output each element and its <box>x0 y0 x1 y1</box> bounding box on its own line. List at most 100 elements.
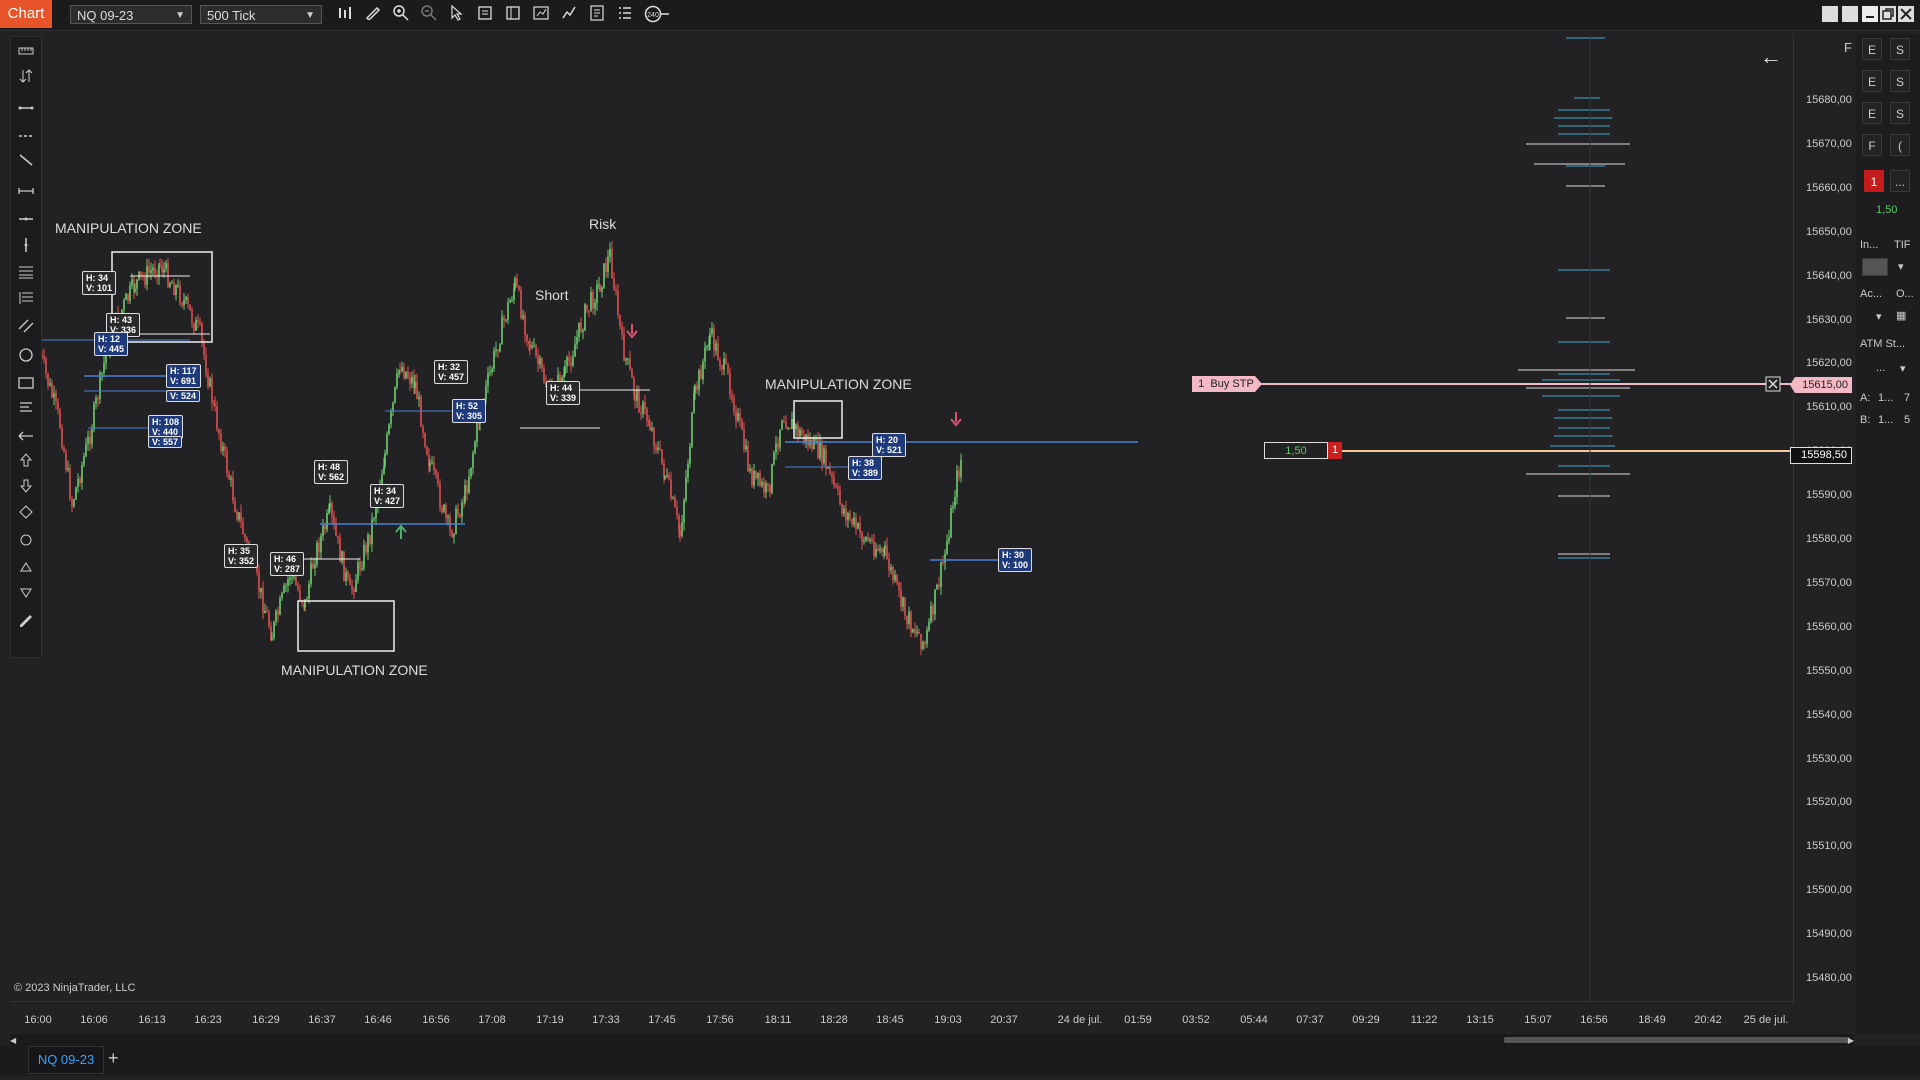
triangle-up-icon[interactable] <box>16 559 36 577</box>
arrow-up-icon[interactable] <box>16 453 36 471</box>
position-avg-tag[interactable]: 1,50 <box>1264 442 1328 459</box>
list-icon[interactable] <box>614 5 636 25</box>
add-tab-button[interactable]: + <box>108 1048 119 1069</box>
rectangle-icon[interactable] <box>16 375 36 393</box>
hv-label[interactable]: H: 46 V: 287 <box>270 552 305 576</box>
short-label[interactable]: Short <box>535 287 568 303</box>
chart-menu-button[interactable]: Chart <box>0 0 52 28</box>
diamond-icon[interactable] <box>16 505 36 523</box>
ellipse-icon[interactable] <box>16 347 36 365</box>
line-icon[interactable] <box>16 97 36 115</box>
horizontal-scrollbar[interactable]: ◀ ▶ <box>10 1034 1854 1046</box>
minimize-button[interactable] <box>1862 6 1878 22</box>
manipulation-zone-label[interactable]: MANIPULATION ZONE <box>281 662 428 678</box>
hv-label[interactable]: H: 20 V: 521 <box>872 433 907 457</box>
hv-label[interactable]: H: 48 V: 562 <box>314 460 349 484</box>
tab-instrument[interactable]: NQ 09-23 <box>28 1046 104 1074</box>
trader-button[interactable]: E <box>1862 102 1882 124</box>
timer-icon[interactable]: 240 <box>640 5 672 25</box>
close-button[interactable] <box>1898 6 1914 22</box>
instrument-select[interactable] <box>1862 258 1888 276</box>
hv-label[interactable]: H: 38 V: 389 <box>848 456 883 480</box>
long-arrow-icon[interactable] <box>395 524 407 539</box>
manipulation-zone-label[interactable]: MANIPULATION ZONE <box>765 376 912 392</box>
tile-button[interactable] <box>1842 6 1858 22</box>
scrollbar-thumb[interactable] <box>1504 1037 1850 1043</box>
extended-line-icon[interactable] <box>16 181 36 199</box>
ruler-icon[interactable] <box>16 43 36 61</box>
hv-label[interactable]: H: 52 V: 305 <box>452 399 487 423</box>
chevron-down-icon[interactable]: ▾ <box>1898 260 1904 273</box>
trader-button[interactable]: F <box>1862 134 1882 156</box>
channel-icon[interactable] <box>16 319 36 337</box>
chevron-down-icon[interactable]: ▾ <box>1876 310 1882 323</box>
templates-icon[interactable] <box>586 5 608 25</box>
trader-button[interactable]: S <box>1890 38 1910 60</box>
trader-button[interactable]: S <box>1890 70 1910 92</box>
hv-label[interactable]: H: 34 V: 101 <box>82 271 117 295</box>
restore-button[interactable] <box>1880 6 1896 22</box>
dot-icon[interactable] <box>16 533 36 551</box>
risk-reward-icon[interactable] <box>16 69 36 87</box>
time-tick-label: 18:45 <box>876 1014 904 1026</box>
pencil-icon[interactable] <box>16 613 36 631</box>
hv-label[interactable]: H: 35 V: 352 <box>224 544 259 568</box>
scroll-right-icon[interactable]: ▶ <box>1848 1036 1854 1045</box>
back-arrow-icon[interactable]: ← <box>1760 44 1782 70</box>
triangle-down-icon[interactable] <box>16 585 36 603</box>
flatten-label[interactable]: F <box>1844 40 1852 55</box>
hv-label[interactable]: H: 44 V: 339 <box>546 381 581 405</box>
trader-button[interactable]: E <box>1862 38 1882 60</box>
fibonacci-icon[interactable] <box>16 265 36 283</box>
buy-stop-order-tag[interactable]: 1 Buy STP <box>1192 376 1262 392</box>
arrow-line-icon[interactable] <box>16 427 36 445</box>
atm-strategy-value[interactable]: ... <box>1876 362 1885 374</box>
risk-label[interactable]: Risk <box>589 216 616 232</box>
cancel-order-icon[interactable] <box>1765 376 1781 392</box>
indicators-icon[interactable] <box>530 5 552 25</box>
more-options-button[interactable]: ... <box>1890 170 1910 192</box>
time-tick-label: 20:42 <box>1694 1014 1722 1026</box>
zoom-out-icon[interactable] <box>418 5 440 25</box>
zone-box-bottom[interactable] <box>297 600 395 652</box>
scroll-left-icon[interactable]: ◀ <box>10 1036 16 1045</box>
trader-button[interactable]: ( <box>1890 134 1910 156</box>
drawing-tool-icon[interactable] <box>362 5 384 25</box>
bid-value: 1... <box>1878 414 1894 426</box>
text-icon[interactable] <box>16 401 36 419</box>
pointer-icon[interactable] <box>446 4 468 25</box>
minimize-panel-button[interactable] <box>1822 6 1838 22</box>
manipulation-zone-label[interactable]: MANIPULATION ZONE <box>55 220 202 236</box>
horizontal-line-icon[interactable] <box>16 209 36 227</box>
short-arrow-icon[interactable] <box>950 412 962 427</box>
data-box-icon[interactable] <box>474 5 496 25</box>
last-price-tag[interactable]: 15598,50 <box>1790 447 1852 464</box>
price-chart[interactable] <box>10 34 1794 1002</box>
short-arrow-icon[interactable] <box>626 324 638 339</box>
ray-icon[interactable] <box>16 125 36 143</box>
quantity-badge[interactable]: 1 <box>1864 170 1884 192</box>
time-tick-label: 20:37 <box>990 1014 1018 1026</box>
zoom-in-icon[interactable] <box>390 5 412 25</box>
price-axis[interactable]: 15680,00 15670,00 15660,00 15650,00 15640,00… <box>1796 34 1854 1002</box>
fib-extensions-icon[interactable] <box>16 291 36 309</box>
arrow-down-icon[interactable] <box>16 479 36 497</box>
calculator-icon[interactable]: ▦ <box>1896 309 1906 322</box>
trader-button[interactable]: E <box>1862 70 1882 92</box>
hv-label[interactable]: H: 30 V: 100 <box>998 548 1033 572</box>
hv-label[interactable]: H: 32 V: 457 <box>434 360 469 384</box>
trader-button[interactable]: S <box>1890 102 1910 124</box>
interval-selector[interactable]: 500 Tick ▼ <box>200 5 322 24</box>
position-qty-tag[interactable]: 1 <box>1328 442 1342 459</box>
hv-label[interactable]: H: 117 V: 691 <box>166 364 201 388</box>
strategies-icon[interactable] <box>558 5 580 25</box>
trend-line-icon[interactable] <box>16 153 36 171</box>
properties-icon[interactable] <box>502 5 524 25</box>
bar-type-icon[interactable] <box>334 5 356 25</box>
buy-stop-price-tag[interactable]: 15615,00 <box>1790 377 1852 393</box>
hv-label[interactable]: H: 34 V: 427 <box>370 484 405 508</box>
vertical-line-icon[interactable] <box>16 237 36 255</box>
chevron-down-icon[interactable]: ▾ <box>1900 362 1906 375</box>
instrument-selector[interactable]: NQ 09-23 ▼ <box>70 5 192 24</box>
hv-label[interactable]: H: 12 V: 445 <box>94 332 129 356</box>
